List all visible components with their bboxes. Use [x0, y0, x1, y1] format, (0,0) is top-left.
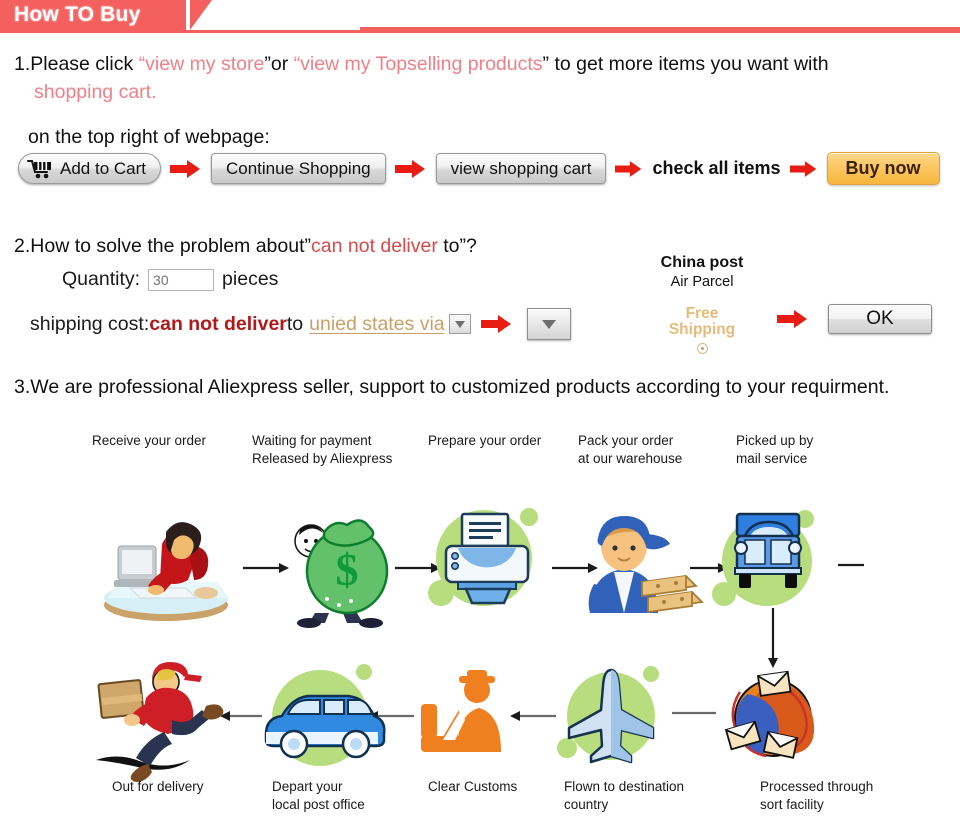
chevron-down-icon [541, 319, 556, 329]
step-1-text-c: to get more items you want with [549, 53, 829, 75]
page-title: How TO Buy [14, 3, 141, 26]
view-shopping-cart-label: view shopping cart [450, 158, 592, 178]
ok-button[interactable]: OK [828, 304, 932, 334]
step-2-number: 2. [14, 235, 31, 257]
step-1-text-a: Please click [30, 53, 139, 75]
header-divider-tail [360, 27, 960, 30]
header-divider-rule [0, 30, 960, 33]
step-2-quote-close: ”? [459, 235, 477, 257]
money-bag-icon: $ [285, 505, 395, 630]
page-header: How TO Buy [0, 0, 960, 33]
step-1-block: 1.Please click “view my store”or “view m… [14, 50, 946, 151]
ok-row: OK [776, 304, 932, 334]
check-all-items-label: check all items [652, 158, 781, 178]
flow-caption-pack-order-1: Pack your order [578, 433, 674, 448]
flow-caption-processed-sort-1: Processed through [760, 779, 874, 794]
flow-caption-picked-up-2: mail service [736, 451, 808, 466]
flow-caption-prepare-order: Prepare your order [428, 433, 542, 448]
warehouse-worker-icon [570, 498, 704, 623]
radio-selected-icon[interactable] [696, 342, 708, 354]
step-2-highlight: can not deliver [311, 235, 438, 257]
flow-caption-picked-up-1: Picked up by [736, 433, 814, 448]
right-arrow-icon [776, 309, 810, 329]
customs-officer-icon [415, 668, 525, 772]
quantity-row: Quantity: pieces [62, 268, 278, 291]
right-arrow-icon [615, 160, 643, 178]
step-1-line-3: on the top right of webpage: [28, 125, 270, 148]
buy-now-label: Buy now [845, 158, 921, 178]
shipping-to-text: to [286, 312, 304, 335]
ok-button-label: OK [866, 308, 894, 329]
view-shopping-cart-button[interactable]: view shopping cart [435, 153, 607, 184]
flow-arrow-left-icon [672, 710, 718, 716]
quantity-label: Quantity: [62, 268, 141, 290]
shipping-cost-label: shipping cost: [30, 312, 150, 335]
svg-text:$: $ [336, 544, 359, 595]
shipping-error-text: can not deliver [149, 312, 287, 335]
free-shipping-label: Free Shipping [642, 305, 762, 339]
free-shipping-line-2: Shipping [668, 321, 736, 339]
flow-caption-waiting-payment-2: Released by Aliexpress [252, 451, 393, 466]
country-dropdown-toggle[interactable] [448, 314, 471, 334]
printer-icon [428, 502, 548, 622]
quantity-unit-label: pieces [222, 268, 279, 290]
shopping-cart-icon [27, 159, 53, 179]
free-shipping-line-1: Free [685, 305, 719, 322]
step-3-number: 3. [14, 376, 31, 398]
running-courier-icon [88, 658, 228, 782]
china-post-option: China post Air Parcel Free Shipping [642, 254, 762, 354]
delivery-van-icon [258, 662, 388, 774]
right-arrow-icon [170, 159, 202, 179]
step-2-text-a: How to solve the problem about [30, 235, 305, 257]
link-view-my-store[interactable]: view my store [145, 53, 264, 75]
right-arrow-icon [789, 160, 818, 178]
step-2-text-b: to [437, 235, 460, 257]
flow-caption-flown-destination-2: country [564, 797, 609, 812]
step-1-text-b: or [270, 53, 294, 75]
shipping-cost-row: shipping cost: can not deliver to unied s… [30, 308, 571, 340]
china-post-subtitle: Air Parcel [670, 274, 734, 290]
flow-caption-out-for-delivery: Out for delivery [112, 779, 204, 794]
flow-caption-processed-sort-2: sort facility [760, 797, 824, 812]
mail-sorting-globe-icon [718, 668, 828, 768]
right-arrow-icon [480, 314, 514, 334]
continue-shopping-button[interactable]: Continue Shopping [211, 153, 386, 184]
step-3-line: 3.We are professional Aliexpress seller,… [14, 373, 954, 401]
country-select-value[interactable]: unied states via [309, 313, 445, 336]
flow-caption-depart-post-2: local post office [272, 797, 365, 812]
right-arrow-icon [394, 159, 427, 179]
flow-caption-pack-order-2: at our warehouse [578, 451, 683, 466]
flow-caption-waiting-payment-1: Waiting for payment [252, 433, 372, 448]
shipping-method-dropdown[interactable] [526, 308, 571, 340]
checkout-button-flow: Add to Cart Continue Shopping view shopp… [18, 152, 940, 185]
flow-caption-depart-post-1: Depart your [272, 779, 343, 794]
step-2-line-1: 2.How to solve the problem about”can not… [14, 232, 946, 260]
step-2-block: 2.How to solve the problem about”can not… [14, 232, 946, 354]
continue-shopping-label: Continue Shopping [226, 158, 371, 178]
airplane-icon [555, 662, 670, 774]
flow-arrow-down-icon [765, 608, 781, 670]
flow-caption-receive-order: Receive your order [92, 433, 207, 448]
quantity-input[interactable] [148, 268, 215, 291]
delivery-truck-icon [712, 502, 832, 622]
person-at-computer-icon [100, 510, 240, 625]
flow-caption-clear-customs: Clear Customs [428, 779, 518, 794]
step-1-line-1: 1.Please click “view my store”or “view m… [14, 50, 946, 78]
step-1-number: 1. [14, 53, 31, 75]
china-post-title: China post [660, 254, 744, 271]
add-to-cart-label: Add to Cart [60, 158, 146, 178]
flow-arrow-icon [838, 562, 866, 568]
flow-arrow-icon [243, 562, 291, 576]
add-to-cart-button[interactable]: Add to Cart [18, 153, 161, 184]
buy-now-button[interactable]: Buy now [826, 152, 940, 185]
order-process-flow-diagram: Receive your order Waiting for payment R… [0, 410, 960, 830]
header-notch [190, 0, 212, 30]
step-1-line-2: shopping cart. [34, 81, 157, 104]
chevron-down-icon [454, 320, 465, 328]
step-3-block: 3.We are professional Aliexpress seller,… [14, 373, 954, 401]
link-view-my-topselling[interactable]: view my Topselling products [300, 53, 542, 75]
step-3-text: We are professional Aliexpress seller, s… [30, 376, 890, 398]
header-tab: How TO Buy [0, 0, 187, 30]
flow-caption-flown-destination-1: Flown to destination [564, 779, 685, 794]
